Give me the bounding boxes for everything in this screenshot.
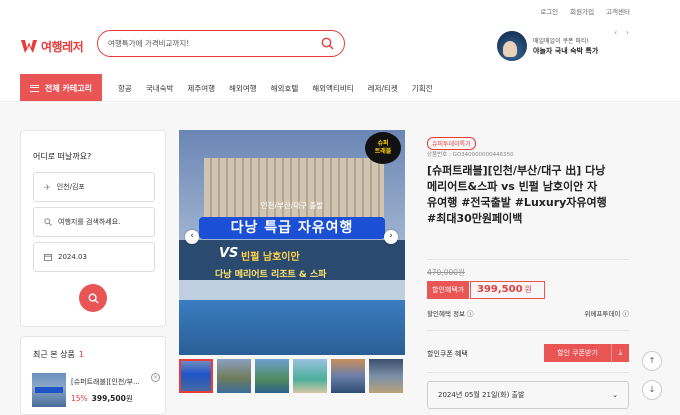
recent-discount: 15% bbox=[71, 394, 88, 403]
download-icon: ⤓ bbox=[611, 344, 629, 362]
badge-line2: 트래블 bbox=[374, 148, 392, 155]
coupon-download-button[interactable]: 할인 쿠폰받기 ⤓ bbox=[544, 344, 629, 362]
product-gallery: 인천/부산/대구 출발 다낭 특급 자유여행 VS 빈펄 남호이안 다낭 메리어… bbox=[179, 130, 405, 355]
gallery-next-button[interactable]: › bbox=[384, 230, 398, 244]
trip-search-panel: 어디로 떠날까요? ✈ 인천/김포 여행지를 검색하세요. 2024.03 bbox=[20, 130, 166, 327]
sale-price: 399,500 원 bbox=[470, 281, 545, 299]
price-divider bbox=[427, 259, 629, 260]
nav-item-exhibition[interactable]: 기획전 bbox=[412, 83, 433, 94]
date-divider bbox=[427, 372, 629, 373]
recent-price-value: 399,500 bbox=[91, 394, 126, 403]
recent-product-image[interactable] bbox=[32, 373, 66, 407]
search-icon bbox=[87, 292, 98, 303]
departure-value: 인천/김포 bbox=[56, 183, 85, 191]
nav-item-overseas-travel[interactable]: 해외여행 bbox=[229, 83, 257, 94]
sale-price-unit: 원 bbox=[524, 285, 532, 294]
nav-divider bbox=[0, 101, 680, 102]
promo-image bbox=[497, 31, 527, 61]
nav-item-jeju[interactable]: 제주여행 bbox=[187, 83, 215, 94]
recent-title-label: 최근 본 상품 bbox=[33, 350, 75, 359]
help-link[interactable]: 고객센터 bbox=[606, 6, 630, 16]
nav-item-overseas-activity[interactable]: 해외액티비티 bbox=[312, 83, 353, 94]
recent-products-panel: 최근 본 상품 1 [슈퍼트래블][인천/부... 15% 399,500원 × bbox=[20, 336, 166, 415]
all-categories-button[interactable]: 전체 카테고리 bbox=[20, 74, 102, 102]
logo-icon bbox=[21, 40, 37, 53]
header-promo[interactable]: 매일매일이 쿠폰 파티! 야놀자 국내 숙박 특가 bbox=[497, 31, 598, 61]
product-code: 상품번호 : GO340000000446350 bbox=[427, 152, 514, 158]
discount-info-link[interactable]: 할인혜택 정보 ⓘ bbox=[427, 308, 474, 318]
departure-date-select[interactable]: 2024년 05월 21일(화) 출발 ⌄ bbox=[427, 381, 629, 409]
gallery-sea bbox=[179, 300, 405, 355]
sale-price-value: 399,500 bbox=[477, 284, 523, 295]
search-icon bbox=[44, 218, 52, 226]
destination-placeholder: 여행지를 검색하세요. bbox=[58, 218, 121, 226]
product-tag: 슈퍼투데이특가 bbox=[427, 137, 476, 150]
promo-subtitle: 매일매일이 쿠폰 파티! bbox=[533, 38, 589, 45]
gallery-departure-text: 인천/부산/대구 출발 bbox=[260, 201, 324, 210]
signup-link[interactable]: 회원가입 bbox=[570, 6, 594, 16]
calendar-icon bbox=[44, 254, 52, 261]
destination-field[interactable]: 여행지를 검색하세요. bbox=[33, 207, 155, 237]
promo-arrows[interactable]: ‹ › bbox=[614, 28, 632, 37]
nav-item-flight[interactable]: 항공 bbox=[118, 83, 132, 94]
recent-price-unit: 원 bbox=[125, 394, 133, 403]
gallery-thumbnail[interactable] bbox=[255, 359, 289, 393]
recent-product-price: 15% 399,500원 bbox=[71, 393, 133, 404]
recent-product-name[interactable]: [슈퍼트래블][인천/부... bbox=[71, 377, 140, 387]
nav-item-overseas-hotel[interactable]: 해외호텔 bbox=[271, 83, 299, 94]
today-label: 위메프투데이 bbox=[584, 310, 621, 318]
date-field[interactable]: 2024.03 bbox=[33, 242, 155, 272]
gallery-thumbnail[interactable] bbox=[331, 359, 365, 393]
gallery-line2: 다낭 메리어트 리조트 & 스파 bbox=[215, 270, 327, 280]
super-travel-badge: 슈퍼 트래블 bbox=[365, 132, 401, 164]
search-icon[interactable] bbox=[321, 37, 334, 50]
login-link[interactable]: 로그인 bbox=[540, 6, 558, 16]
help-icon: ⓘ bbox=[622, 310, 630, 318]
site-logo[interactable]: 여행레저 bbox=[21, 38, 84, 55]
plane-icon: ✈ bbox=[44, 182, 51, 192]
main-nav: 항공 국내숙박 제주여행 해외여행 해외호텔 해외액티비티 레저/티켓 기획전 bbox=[118, 83, 447, 94]
chevron-down-icon: ⌄ bbox=[612, 391, 618, 399]
recent-count: 1 bbox=[78, 350, 84, 359]
gallery-line1: 빈펄 남호이안 bbox=[241, 252, 300, 263]
nav-item-domestic-stay[interactable]: 국내숙박 bbox=[146, 83, 174, 94]
promo-title: 야놀자 국내 숙박 특가 bbox=[533, 47, 599, 55]
search-box bbox=[97, 30, 345, 57]
product-title: [슈퍼트래블][인천/부산/대구 出] 다낭 메리어트&스파 vs 빈펄 남호이… bbox=[427, 164, 607, 225]
scroll-up-button[interactable]: ↑ bbox=[642, 351, 662, 371]
recent-title: 최근 본 상품 1 bbox=[33, 349, 84, 360]
logo-text: 여행레저 bbox=[41, 40, 84, 54]
util-links: 로그인 회원가입 고객센터 bbox=[540, 6, 630, 16]
date-value: 2024.03 bbox=[58, 253, 87, 261]
coupon-button-label: 할인 쿠폰받기 bbox=[557, 349, 598, 357]
menu-icon bbox=[30, 84, 39, 92]
gallery-prev-button[interactable]: ‹ bbox=[185, 230, 199, 244]
departure-date-value: 2024년 05월 21일(화) 출발 bbox=[438, 391, 525, 399]
original-price: 470,000원 bbox=[427, 268, 465, 277]
gallery-thumbnail[interactable] bbox=[179, 359, 213, 393]
gallery-thumbnail[interactable] bbox=[293, 359, 327, 393]
benefit-info-row: 할인혜택 정보 ⓘ 위메프투데이 ⓘ bbox=[427, 308, 629, 318]
all-categories-label: 전체 카테고리 bbox=[45, 83, 92, 93]
gallery-thumbnail[interactable] bbox=[217, 359, 251, 393]
search-input[interactable] bbox=[108, 39, 321, 48]
discount-label: 할인혜택가 bbox=[427, 281, 470, 299]
trip-search-title: 어디로 떠날까요? bbox=[33, 152, 92, 161]
departure-field[interactable]: ✈ 인천/김포 bbox=[33, 172, 155, 202]
coupon-label: 할인쿠폰 혜택 bbox=[427, 350, 468, 358]
gallery-thumbnail[interactable] bbox=[369, 359, 403, 393]
discount-info-label: 할인혜택 정보 bbox=[427, 310, 465, 318]
gallery-thumbnails bbox=[179, 359, 403, 393]
scroll-down-button[interactable]: ↓ bbox=[642, 380, 662, 400]
nav-item-leisure-ticket[interactable]: 레저/티켓 bbox=[368, 83, 398, 94]
coupon-divider bbox=[427, 330, 629, 331]
help-icon: ⓘ bbox=[467, 310, 474, 318]
gallery-vs: VS bbox=[219, 246, 239, 261]
gallery-banner: 다낭 특급 자유여행 bbox=[199, 217, 385, 239]
close-icon[interactable]: × bbox=[151, 373, 160, 382]
today-link[interactable]: 위메프투데이 ⓘ bbox=[585, 308, 629, 318]
trip-search-button[interactable] bbox=[79, 284, 107, 312]
badge-line1: 슈퍼 bbox=[377, 140, 389, 147]
